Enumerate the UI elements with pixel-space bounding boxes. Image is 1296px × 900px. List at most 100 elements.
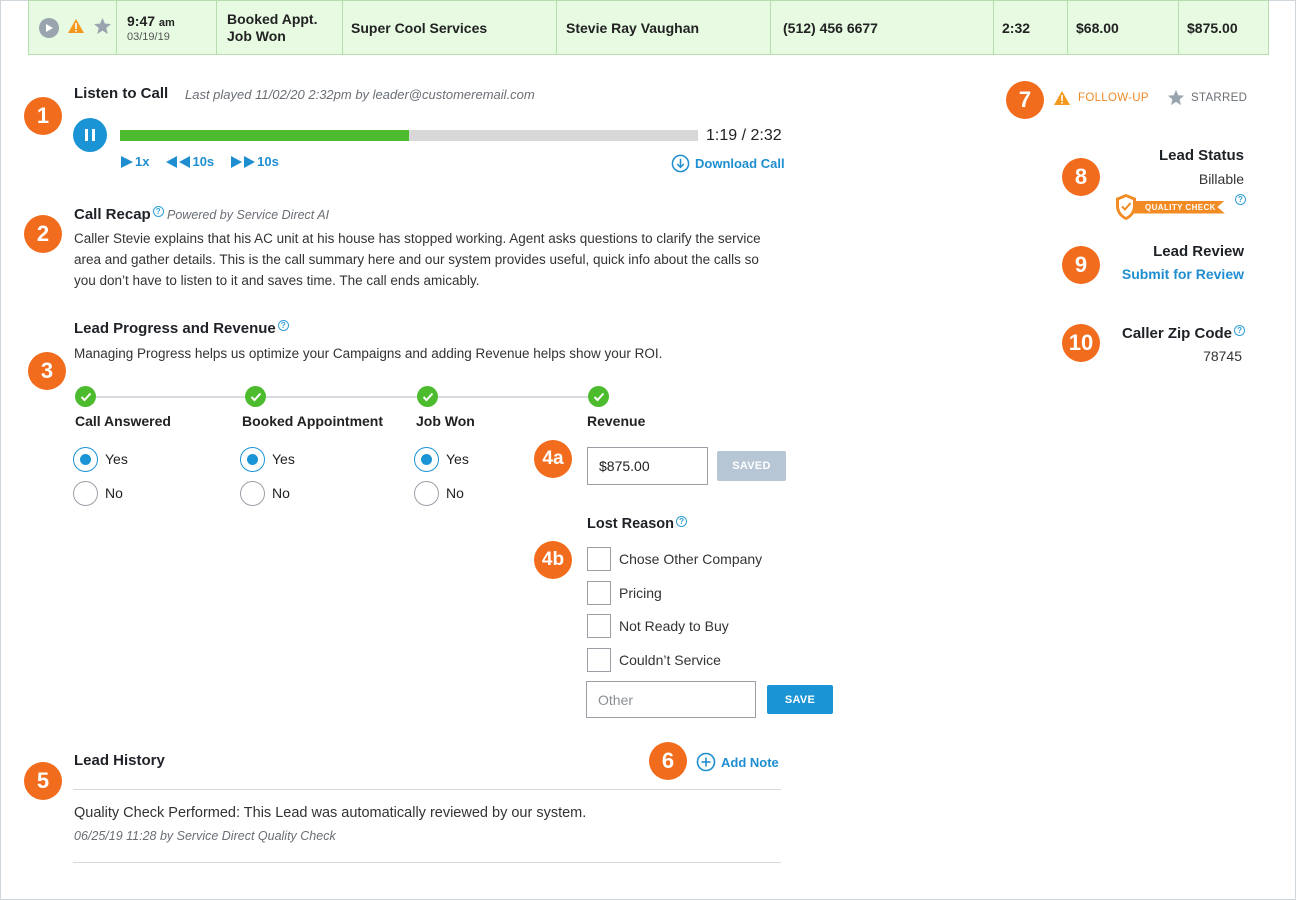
playback-time: 1:19 / 2:32: [706, 127, 782, 144]
add-note-label: Add Note: [721, 754, 779, 770]
history-entry-text: Quality Check Performed: This Lead was a…: [74, 805, 587, 821]
call-date: 03/19/19: [127, 30, 170, 43]
call-ampm: am: [158, 16, 175, 29]
progress-title: Lead Progress and Revenue: [74, 320, 276, 337]
playback-progress-fill: [120, 130, 409, 141]
badge-4b: 4b: [534, 541, 572, 579]
progress-title-wrap: Lead Progress and Revenue?: [74, 320, 289, 337]
playback-controls: 1x 10s 10s: [120, 154, 279, 169]
phone-cell: (512) 456 6677: [771, 1, 994, 54]
badge-6: 6: [649, 742, 687, 780]
status-line-1: Booked Appt.: [227, 10, 318, 27]
revenue-cell: $875.00: [1187, 19, 1238, 36]
price-cell: $68.00: [1068, 1, 1179, 54]
pause-button[interactable]: [73, 118, 107, 152]
booked-appointment-no-radio[interactable]: [240, 481, 265, 506]
help-icon[interactable]: ?: [277, 320, 289, 331]
badge-1: 1: [24, 97, 62, 135]
save-lost-reason-button[interactable]: SAVE: [767, 685, 833, 714]
check-icon: [75, 386, 96, 407]
lead-status-title: Lead Status: [1158, 147, 1244, 164]
lead-status-value: Billable: [1198, 171, 1244, 187]
recap-line-3: you don’t have to listen to it and saves…: [74, 273, 480, 288]
duration-cell: 2:32: [994, 1, 1068, 54]
call-answered-no-label: No: [105, 485, 123, 501]
call-time: 9:47: [127, 12, 156, 29]
speed-button[interactable]: 1x: [120, 154, 149, 169]
revenue-input[interactable]: $875.00: [587, 447, 708, 485]
call-answered-no-radio[interactable]: [73, 481, 98, 506]
forward-label: 10s: [257, 154, 279, 169]
job-won-yes-radio[interactable]: [414, 447, 439, 472]
pause-icon: [85, 129, 88, 141]
zip-value: 78745: [1203, 348, 1242, 364]
download-call-label: Download Call: [695, 156, 785, 171]
last-played: Last played 11/02/20 2:32pm by leader@cu…: [185, 87, 535, 102]
help-icon[interactable]: ?: [1235, 194, 1246, 205]
divider: [73, 789, 781, 790]
lost-reason-label: Chose Other Company: [619, 551, 763, 567]
follow-up-flag[interactable]: FOLLOW-UP: [1053, 90, 1149, 106]
divider: [73, 862, 781, 863]
check-icon: [245, 386, 266, 407]
quality-check-badge: QUALITY CHECK: [1114, 193, 1225, 221]
saved-button[interactable]: SAVED: [717, 451, 786, 481]
lost-reason-checkbox[interactable]: [587, 614, 611, 638]
quality-check-label: QUALITY CHECK: [1131, 200, 1225, 214]
starred-flag[interactable]: STARRED: [1167, 89, 1247, 106]
row-icons: [29, 1, 117, 54]
play-icon[interactable]: [39, 17, 59, 38]
zip-title-wrap: Caller Zip Code?: [1122, 325, 1246, 342]
help-icon[interactable]: ?: [152, 206, 164, 217]
badge-5: 5: [24, 762, 62, 800]
call-time-cell: 9:47 am 03/19/19: [117, 1, 217, 54]
call-answered-yes-radio[interactable]: [73, 447, 98, 472]
help-icon[interactable]: ?: [676, 516, 688, 527]
check-icon: [417, 386, 438, 407]
recap-text: Caller Stevie explains that his AC unit …: [74, 228, 761, 291]
add-circle-icon: [696, 752, 716, 772]
lost-reason-checkbox[interactable]: [587, 581, 611, 605]
other-reason-input[interactable]: Other: [586, 681, 756, 718]
add-note-button[interactable]: Add Note: [696, 752, 779, 772]
download-call-link[interactable]: Download Call: [671, 154, 785, 173]
history-title: Lead History: [74, 752, 165, 769]
badge-3: 3: [28, 352, 66, 390]
fast-forward-icon: [231, 155, 256, 168]
pause-icon-bar: [92, 129, 95, 141]
call-status-cell: Booked Appt. Job Won: [217, 1, 343, 54]
rewind-button[interactable]: 10s: [165, 154, 214, 169]
recap-powered-by: Powered by Service Direct AI: [167, 208, 330, 222]
zip-title: Caller Zip Code: [1122, 325, 1233, 342]
forward-button[interactable]: 10s: [230, 154, 279, 169]
lost-reason-title-wrap: Lost Reason?: [587, 516, 688, 532]
progress-connector: [438, 396, 598, 398]
lost-reason-checkbox[interactable]: [587, 547, 611, 571]
job-won-yes-label: Yes: [446, 451, 469, 467]
download-icon: [671, 154, 690, 173]
shield-check-icon: [1116, 194, 1136, 220]
lost-reason-label: Not Ready to Buy: [619, 618, 729, 634]
booked-appointment-yes-label: Yes: [272, 451, 295, 467]
booked-appointment-yes-radio[interactable]: [240, 447, 265, 472]
lost-reason-checkbox[interactable]: [587, 648, 611, 672]
rewind-label: 10s: [192, 154, 215, 169]
starred-label: STARRED: [1191, 91, 1248, 104]
warning-icon[interactable]: [67, 18, 85, 37]
badge-8: 8: [1062, 158, 1100, 196]
submit-for-review-link[interactable]: Submit for Review: [1122, 266, 1244, 282]
recap-line-2: area and gather details. This is the cal…: [74, 252, 759, 267]
playback-progress[interactable]: [120, 130, 698, 141]
warning-icon: [1054, 91, 1070, 105]
follow-up-label: FOLLOW-UP: [1078, 92, 1149, 104]
progress-connector: [96, 396, 256, 398]
star-icon: [1167, 89, 1185, 106]
job-won-no-radio[interactable]: [414, 481, 439, 506]
listen-title: Listen to Call: [74, 85, 169, 102]
star-icon[interactable]: [93, 17, 112, 38]
lost-reason-title: Lost Reason: [587, 516, 675, 532]
call-summary-row[interactable]: 9:47 am 03/19/19 Booked Appt. Job Won Su…: [28, 0, 1269, 55]
step-label-booked-appointment: Booked Appointment: [242, 413, 384, 429]
step-label-job-won: Job Won: [416, 413, 475, 429]
help-icon[interactable]: ?: [1234, 325, 1246, 336]
